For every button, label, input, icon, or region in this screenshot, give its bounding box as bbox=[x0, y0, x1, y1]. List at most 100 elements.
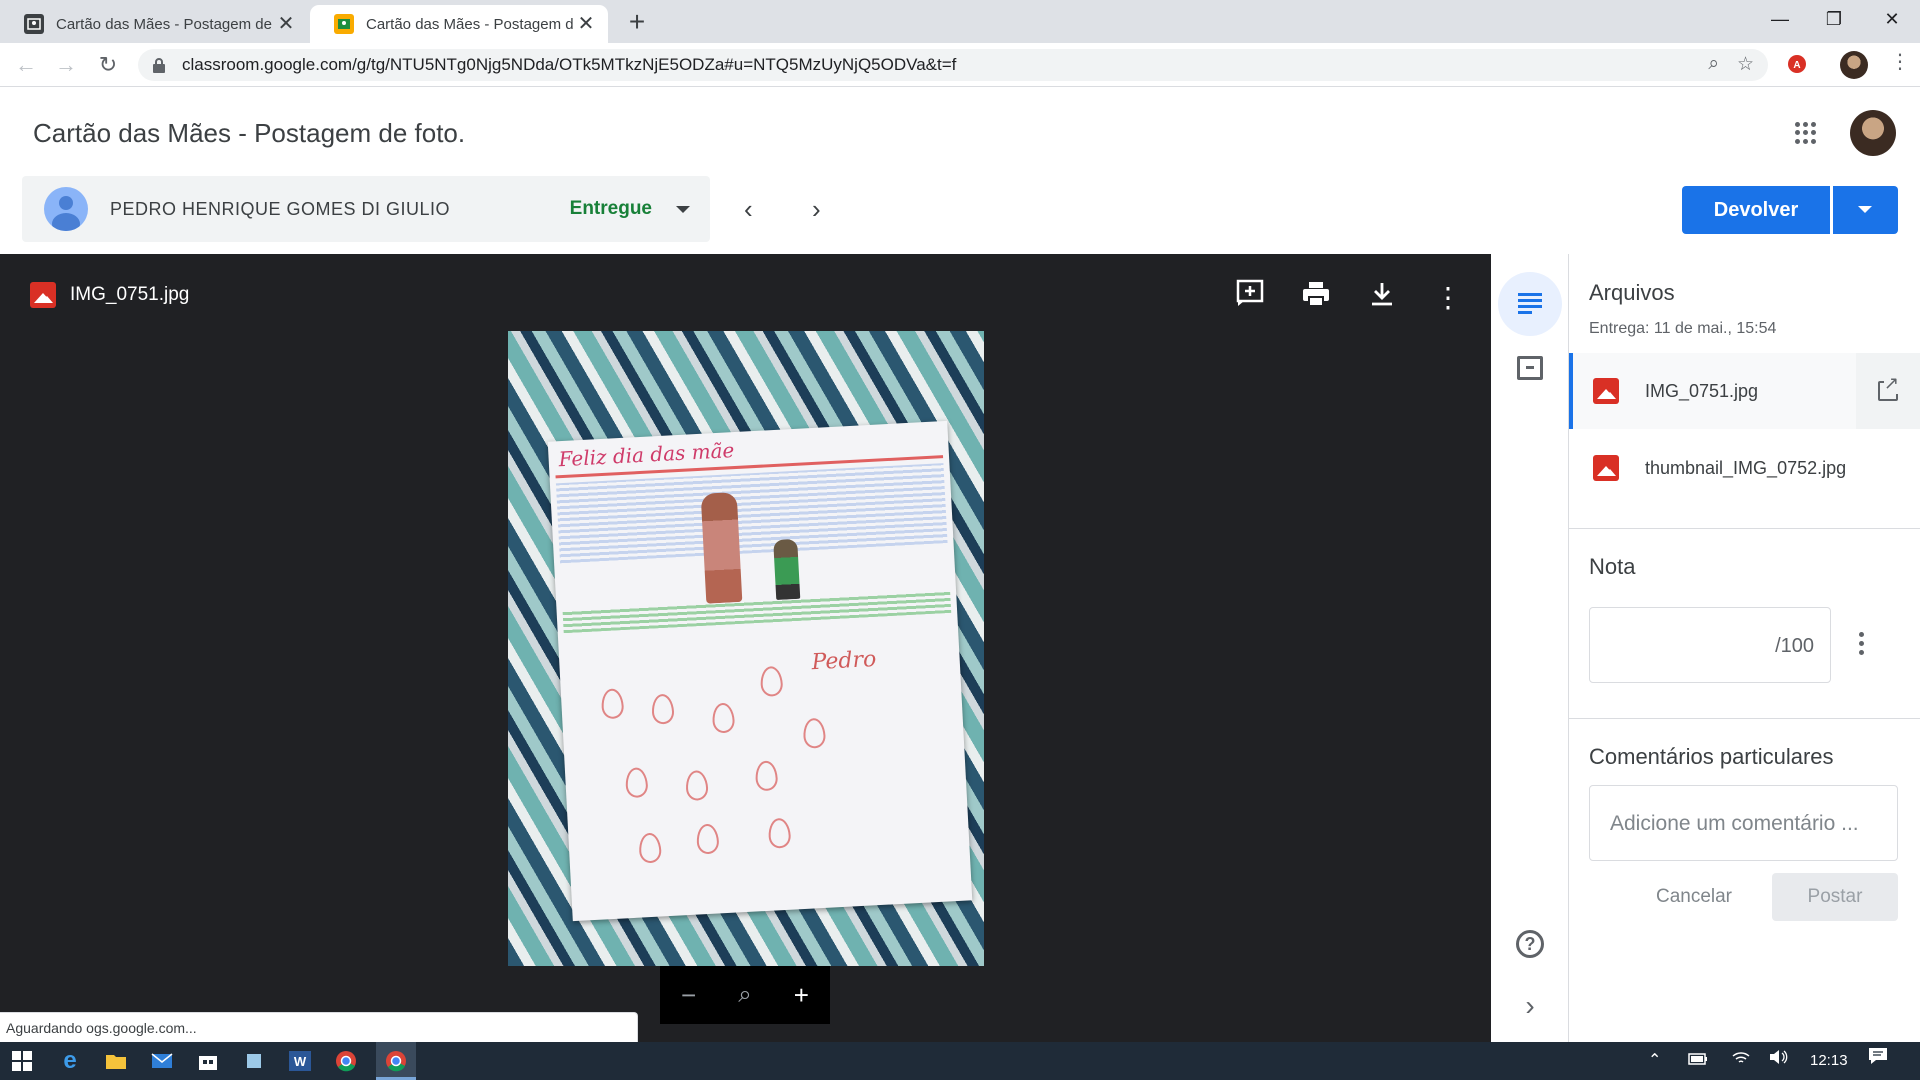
forward-icon[interactable]: → bbox=[52, 51, 80, 79]
return-button[interactable]: Devolver bbox=[1682, 186, 1830, 234]
side-rail: ? › bbox=[1491, 254, 1569, 1042]
student-name: PEDRO HENRIQUE GOMES DI GIULIO bbox=[110, 198, 451, 219]
drawing-figure-child bbox=[773, 538, 801, 601]
heart-drawing bbox=[600, 688, 625, 720]
zoom-icon[interactable]: ⌕ bbox=[1708, 53, 1719, 76]
close-window-icon[interactable]: ✕ bbox=[1864, 0, 1920, 38]
store-icon[interactable] bbox=[194, 1047, 222, 1075]
svg-text:A: A bbox=[1793, 60, 1800, 71]
address-bar[interactable]: classroom.google.com/g/tg/NTU5NTg0Njg5ND… bbox=[138, 49, 1768, 81]
new-tab-button[interactable]: + bbox=[620, 5, 654, 39]
file-item[interactable]: thumbnail_IMG_0752.jpg bbox=[1569, 430, 1920, 506]
heart-drawing bbox=[711, 702, 736, 734]
student-avatar-icon bbox=[44, 187, 88, 231]
classroom-icon bbox=[334, 14, 354, 34]
notifications-icon[interactable] bbox=[1868, 1042, 1888, 1080]
page-title: Cartão das Mães - Postagem de foto. bbox=[33, 118, 466, 148]
grade-more-icon[interactable] bbox=[1859, 632, 1864, 655]
image-file-icon bbox=[1593, 378, 1619, 404]
lock-icon bbox=[152, 57, 166, 73]
grade-heading: Nota bbox=[1589, 554, 1636, 579]
user-avatar[interactable] bbox=[1850, 110, 1896, 156]
divider bbox=[1569, 528, 1920, 529]
feedback-icon bbox=[1517, 356, 1543, 380]
post-button[interactable]: Postar bbox=[1772, 873, 1898, 921]
edge-icon[interactable]: e bbox=[56, 1047, 84, 1075]
viewer-file-name: IMG_0751.jpg bbox=[70, 284, 190, 305]
close-tab-icon[interactable]: ✕ bbox=[574, 12, 598, 36]
extension-icon[interactable]: A bbox=[1786, 53, 1808, 80]
google-apps-icon[interactable] bbox=[1795, 122, 1817, 144]
more-options-icon[interactable]: ⋮ bbox=[1428, 278, 1468, 318]
reload-icon[interactable]: ↻ bbox=[94, 51, 122, 79]
next-student-icon[interactable]: › bbox=[812, 196, 821, 222]
previous-student-icon[interactable]: ‹ bbox=[744, 196, 753, 222]
chrome-icon[interactable] bbox=[332, 1047, 360, 1075]
restore-icon[interactable]: ❐ bbox=[1806, 0, 1862, 38]
heart-drawing bbox=[651, 693, 675, 725]
return-options-dropdown[interactable] bbox=[1833, 186, 1898, 234]
notes-app-icon[interactable] bbox=[240, 1047, 268, 1075]
minimize-icon[interactable]: — bbox=[1752, 0, 1808, 38]
wifi-icon[interactable] bbox=[1732, 1042, 1750, 1080]
help-icon: ? bbox=[1516, 930, 1544, 958]
battery-icon[interactable] bbox=[1688, 1042, 1708, 1080]
volume-icon[interactable] bbox=[1768, 1042, 1788, 1080]
submission-date: Entrega: 11 de mai., 15:54 bbox=[1589, 320, 1777, 337]
assignment-icon bbox=[1518, 293, 1542, 315]
browser-tab[interactable]: Cartão das Mães - Postagem de f ✕ bbox=[0, 5, 308, 43]
tab-title: Cartão das Mães - Postagem de f bbox=[56, 15, 274, 33]
file-explorer-icon[interactable] bbox=[102, 1047, 130, 1075]
open-in-new-icon[interactable] bbox=[1856, 353, 1920, 429]
browser-tab-strip: Cartão das Mães - Postagem de f ✕ Cartão… bbox=[0, 0, 1920, 43]
image-file-icon bbox=[1593, 455, 1619, 481]
close-tab-icon[interactable]: ✕ bbox=[274, 12, 298, 36]
collapse-panel-icon[interactable]: › bbox=[1498, 974, 1562, 1038]
submitted-photo: Feliz dia das mãe Pedro bbox=[508, 331, 984, 966]
file-item-name: IMG_0751.jpg bbox=[1645, 380, 1759, 401]
heart-drawing bbox=[695, 823, 720, 855]
classroom-icon bbox=[24, 14, 44, 34]
chevron-up-icon[interactable]: ⌃ bbox=[1648, 1042, 1661, 1080]
tab-title: Cartão das Mães - Postagem de f bbox=[366, 15, 574, 33]
zoom-out-icon[interactable]: − bbox=[681, 966, 696, 1024]
print-icon[interactable] bbox=[1296, 278, 1336, 318]
grading-panel: Arquivos Entrega: 11 de mai., 15:54 IMG_… bbox=[1569, 254, 1920, 1042]
file-item[interactable]: IMG_0751.jpg bbox=[1569, 353, 1920, 429]
chevron-down-icon[interactable] bbox=[676, 205, 690, 213]
drawing-signature: Pedro bbox=[810, 646, 877, 676]
files-tab-button[interactable] bbox=[1498, 272, 1562, 336]
heart-drawing bbox=[759, 665, 784, 697]
download-icon[interactable] bbox=[1362, 278, 1402, 318]
help-button[interactable]: ? bbox=[1498, 912, 1562, 976]
add-comment-icon[interactable] bbox=[1230, 278, 1270, 318]
image-file-icon bbox=[30, 282, 56, 308]
windows-start-icon[interactable] bbox=[8, 1047, 36, 1075]
file-item-name: thumbnail_IMG_0752.jpg bbox=[1645, 457, 1847, 478]
grade-input[interactable]: /100 bbox=[1589, 607, 1831, 683]
student-selector[interactable]: PEDRO HENRIQUE GOMES DI GIULIO Entregue bbox=[22, 176, 710, 242]
drawing-paper: Feliz dia das mãe Pedro bbox=[547, 420, 973, 922]
word-icon[interactable]: W bbox=[286, 1047, 314, 1075]
zoom-reset-icon[interactable]: ⌕ bbox=[738, 966, 751, 1024]
bookmark-star-icon[interactable]: ☆ bbox=[1737, 53, 1754, 76]
profile-avatar[interactable] bbox=[1840, 51, 1868, 79]
heart-drawing bbox=[685, 769, 709, 802]
browser-tab-active[interactable]: Cartão das Mães - Postagem de f ✕ bbox=[310, 5, 608, 43]
chrome-menu-icon[interactable]: ⋮ bbox=[1890, 49, 1910, 74]
comment-input[interactable]: Adicione um comentário ... bbox=[1589, 785, 1898, 861]
cancel-button[interactable]: Cancelar bbox=[1629, 873, 1759, 921]
drawing-header-text: Feliz dia das mãe bbox=[558, 438, 735, 472]
divider bbox=[1569, 718, 1920, 719]
feedback-tab-button[interactable] bbox=[1498, 336, 1562, 400]
private-comments-heading: Comentários particulares bbox=[1589, 744, 1834, 769]
mail-icon[interactable] bbox=[148, 1047, 176, 1075]
clock[interactable]: 12:13 bbox=[1810, 1042, 1848, 1080]
zoom-in-icon[interactable]: + bbox=[794, 966, 809, 1024]
back-icon[interactable]: ← bbox=[12, 51, 40, 79]
heart-drawing bbox=[767, 817, 792, 849]
heart-drawing bbox=[638, 832, 662, 864]
heart-drawing bbox=[802, 717, 827, 749]
chrome-icon[interactable] bbox=[382, 1047, 410, 1075]
zoom-controls: − ⌕ + bbox=[660, 966, 830, 1024]
